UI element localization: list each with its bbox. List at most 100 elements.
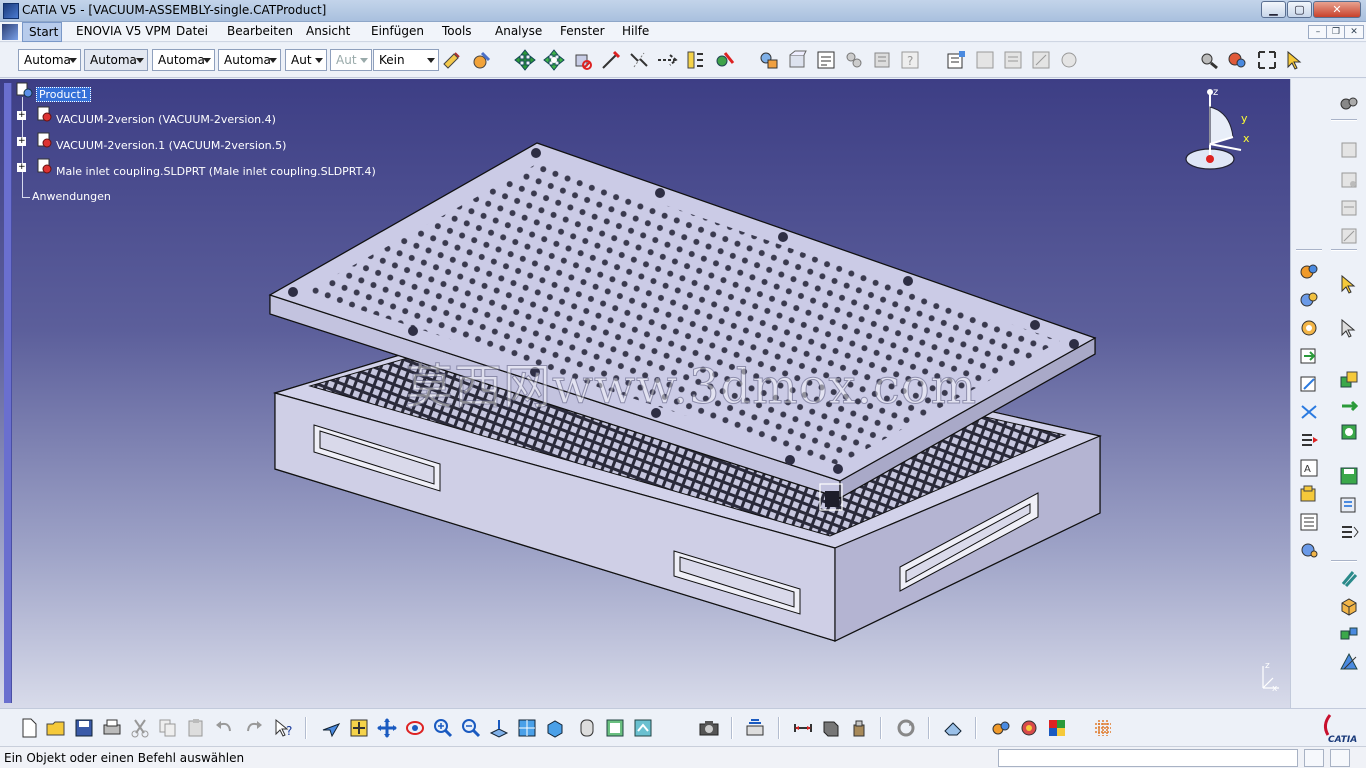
replace-component-icon[interactable]	[815, 49, 837, 71]
move-component-icon[interactable]	[1338, 395, 1360, 417]
status-button-1[interactable]	[1304, 749, 1324, 767]
reorder-tree-icon[interactable]	[871, 49, 893, 71]
scissors-link-icon[interactable]	[1298, 401, 1320, 423]
3d-viewport[interactable]: Product1 + VACUUM-2version (VACUUM-2vers…	[0, 79, 1290, 708]
normal-view-icon[interactable]	[488, 717, 510, 739]
update-cycle-icon[interactable]	[895, 717, 917, 739]
close-button[interactable]: ✕	[1313, 1, 1361, 18]
fly-mode-icon[interactable]	[320, 717, 342, 739]
existing-component-positioning-icon[interactable]	[1338, 225, 1360, 247]
iso-view-icon[interactable]	[544, 717, 566, 739]
compass-widget[interactable]: z y x	[1175, 82, 1255, 177]
gear-orange-icon[interactable]	[1298, 317, 1320, 339]
render-icon[interactable]	[1046, 717, 1068, 739]
whats-this-icon[interactable]: ?	[273, 717, 295, 739]
selection-trap-icon[interactable]	[1338, 317, 1360, 339]
list-arrows-icon[interactable]	[1338, 521, 1360, 543]
camera-icon[interactable]	[698, 717, 720, 739]
properties-painter-icon[interactable]	[470, 49, 492, 71]
painter-icon[interactable]	[441, 49, 463, 71]
clash-icon[interactable]	[628, 49, 650, 71]
angle-constraint-icon[interactable]	[1058, 49, 1080, 71]
pan-icon[interactable]	[376, 717, 398, 739]
zoom-out-icon[interactable]	[460, 717, 482, 739]
edit-icon[interactable]	[1298, 373, 1320, 395]
menu-enovia[interactable]: ENOVIA V5 VPM	[76, 24, 171, 38]
cursor-select-icon[interactable]	[1338, 273, 1360, 295]
snap-green-icon[interactable]	[1338, 421, 1360, 443]
save-management-icon[interactable]	[1338, 465, 1360, 487]
multi-instantiation-icon[interactable]	[843, 49, 865, 71]
measure-icon[interactable]	[684, 49, 706, 71]
gear-blue-icon[interactable]	[1298, 289, 1320, 311]
inertia-icon[interactable]	[820, 717, 842, 739]
rotate-icon[interactable]	[404, 717, 426, 739]
weight-icon[interactable]	[848, 717, 870, 739]
publication-icon[interactable]	[1226, 49, 1248, 71]
catalog-icon[interactable]	[758, 49, 780, 71]
existing-component-icon[interactable]	[786, 49, 808, 71]
copy-move-icon[interactable]	[1338, 369, 1360, 391]
workbench-gears-icon[interactable]	[1338, 93, 1360, 115]
menu-einfuegen[interactable]: Einfügen	[371, 24, 424, 38]
save-icon[interactable]	[73, 717, 95, 739]
menu-bearbeiten[interactable]: Bearbeiten	[227, 24, 293, 38]
sectioning-icon[interactable]	[713, 49, 735, 71]
line-color-combo[interactable]: Automa	[152, 49, 215, 71]
document-minimize-button[interactable]: –	[1308, 25, 1328, 39]
arrange-icon[interactable]	[1338, 623, 1360, 645]
minimize-button[interactable]: ▁	[1261, 1, 1286, 18]
shading-icon[interactable]	[576, 717, 598, 739]
explode-icon[interactable]	[572, 49, 594, 71]
line-type-combo[interactable]: Automa	[218, 49, 281, 71]
redo-icon[interactable]	[243, 717, 265, 739]
catia-app-icon[interactable]	[3, 3, 19, 19]
open-folder-icon[interactable]	[45, 717, 67, 739]
grid-icon[interactable]	[1092, 717, 1114, 739]
menu-start[interactable]: Start	[22, 22, 62, 42]
list-view-icon[interactable]	[1298, 511, 1320, 533]
list-arrow-icon[interactable]	[1298, 429, 1320, 451]
document-close-button[interactable]: ✕	[1344, 25, 1364, 39]
menu-tools[interactable]: Tools	[442, 24, 472, 38]
document-icon[interactable]	[2, 24, 18, 40]
layer-combo[interactable]: Kein	[373, 49, 439, 71]
fit-all-in-icon[interactable]	[348, 717, 370, 739]
multi-view-icon[interactable]	[516, 717, 538, 739]
new-product-icon[interactable]	[1338, 169, 1360, 191]
menu-datei[interactable]: Datei	[176, 24, 208, 38]
transparency-combo[interactable]: Automa	[84, 49, 148, 71]
fit-all-icon[interactable]	[1256, 49, 1278, 71]
command-input[interactable]	[998, 749, 1298, 767]
eraser-icon[interactable]	[942, 717, 964, 739]
scenes-icon[interactable]	[744, 717, 766, 739]
arrow-right-icon[interactable]	[1298, 345, 1320, 367]
menu-fenster[interactable]: Fenster	[560, 24, 605, 38]
copy-icon[interactable]	[157, 717, 179, 739]
new-file-icon[interactable]	[18, 717, 40, 739]
select-icon[interactable]	[1284, 49, 1306, 71]
line-weight-combo[interactable]: Aut	[285, 49, 327, 71]
dimension-icon[interactable]	[792, 717, 814, 739]
folder-tree-icon[interactable]	[1298, 483, 1320, 505]
manipulation-icon[interactable]	[514, 49, 536, 71]
apply-material-icon[interactable]	[1018, 717, 1040, 739]
bill-icon[interactable]	[1338, 493, 1360, 515]
constraint-icon[interactable]	[974, 49, 996, 71]
fill-color-combo[interactable]: Automa	[18, 49, 81, 71]
cube-icon[interactable]	[1338, 595, 1360, 617]
menu-analyse[interactable]: Analyse	[495, 24, 542, 38]
undo-icon[interactable]	[213, 717, 235, 739]
pliers-icon[interactable]	[1338, 567, 1360, 589]
maximize-button[interactable]: ▢	[1287, 1, 1312, 18]
offset-constraint-icon[interactable]	[1030, 49, 1052, 71]
snap-icon[interactable]	[543, 49, 565, 71]
stop-manipulate-icon[interactable]	[600, 49, 622, 71]
triangle-icon[interactable]	[1338, 651, 1360, 673]
help-context-icon[interactable]: ?	[899, 49, 921, 71]
paste-icon[interactable]	[185, 717, 207, 739]
menu-hilfe[interactable]: Hilfe	[622, 24, 649, 38]
gear-multi-icon[interactable]	[1298, 539, 1320, 561]
hide-show-icon[interactable]	[604, 717, 626, 739]
status-button-2[interactable]	[1330, 749, 1350, 767]
